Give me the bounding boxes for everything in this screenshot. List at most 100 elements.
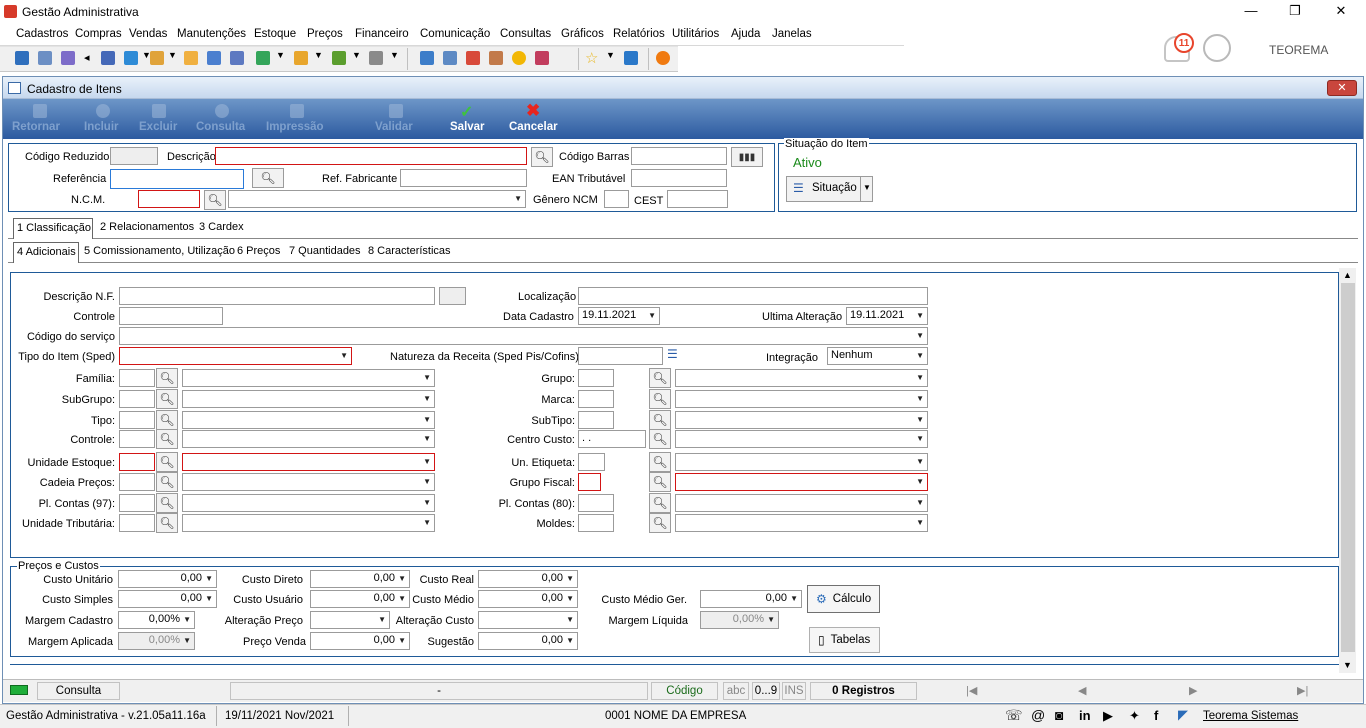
impressao-button[interactable]: Impressão — [266, 121, 324, 133]
familia-input[interactable] — [119, 369, 155, 387]
centro-custo-search-icon[interactable]: 🔍︎ — [649, 429, 671, 449]
genero-ncm-input[interactable] — [604, 190, 629, 208]
menu-consultas[interactable]: Consultas — [500, 28, 551, 40]
margem-cadastro-input[interactable]: 0,00% — [118, 611, 195, 629]
dropdown-icon[interactable]: ▼ — [168, 50, 177, 60]
toolbar-bank-icon[interactable] — [207, 51, 221, 65]
tab-quantidades[interactable]: 7 Quantidades — [286, 242, 364, 262]
menu-precos[interactable]: Preços — [307, 28, 343, 40]
excluir-button[interactable]: Excluir — [139, 121, 177, 133]
un-etiqueta-input[interactable] — [578, 453, 605, 471]
status-codigo[interactable]: Código — [651, 682, 718, 700]
descricao-input[interactable] — [215, 147, 527, 165]
menu-relatorios[interactable]: Relatórios — [613, 28, 665, 40]
toolbar-box-icon[interactable] — [294, 51, 308, 65]
dropdown-icon[interactable]: ▼ — [352, 50, 361, 60]
toolbar-folder-icon[interactable] — [150, 51, 164, 65]
power-icon[interactable] — [656, 51, 670, 65]
grupo-select[interactable] — [675, 369, 928, 387]
instagram-icon[interactable]: ◙ — [1055, 707, 1063, 723]
toolbar-cart-icon[interactable] — [256, 51, 270, 65]
custo-real-input[interactable]: 0,00 — [478, 570, 578, 588]
nav-last-icon[interactable]: ▶| — [1297, 684, 1308, 697]
toolbar-icon-1[interactable] — [15, 51, 29, 65]
familia-search-icon[interactable]: 🔍︎ — [156, 368, 178, 388]
moldes-select[interactable] — [675, 514, 928, 532]
centro-custo-select[interactable] — [675, 430, 928, 448]
youtube-icon[interactable]: ▶ — [1103, 708, 1113, 724]
unidade-tributaria-search-icon[interactable]: 🔍︎ — [156, 513, 178, 533]
scroll-up-icon[interactable]: ▲ — [1343, 270, 1352, 280]
marca-search-icon[interactable]: 🔍︎ — [649, 389, 671, 409]
ncm-input[interactable] — [138, 190, 200, 208]
menu-graficos[interactable]: Gráficos — [561, 28, 604, 40]
marca-input[interactable] — [578, 390, 614, 408]
grupo-fiscal-select[interactable] — [675, 473, 928, 491]
toolbar-doc-icon[interactable] — [101, 51, 115, 65]
marca-select[interactable] — [675, 390, 928, 408]
consulta-button[interactable]: Consulta — [196, 121, 245, 133]
tab-classificacao[interactable]: 1 Classificação — [13, 218, 93, 239]
toolbar-clock-icon[interactable] — [512, 51, 526, 65]
linkedin-icon[interactable]: in — [1079, 708, 1091, 723]
controle2-search-icon[interactable]: 🔍︎ — [156, 429, 178, 449]
grupo-search-icon[interactable]: 🔍︎ — [649, 368, 671, 388]
controle2-input[interactable] — [119, 430, 155, 448]
scroll-down-icon[interactable]: ▼ — [1343, 660, 1352, 670]
situacao-dropdown-icon[interactable]: ▼ — [863, 183, 871, 192]
descricao-nf-input[interactable] — [119, 287, 435, 305]
at-icon[interactable]: @ — [1031, 707, 1045, 723]
controle-input[interactable] — [119, 307, 223, 325]
tipo-select[interactable] — [182, 411, 435, 429]
dropdown-icon[interactable]: ▼ — [276, 50, 285, 60]
custo-usuario-input[interactable]: 0,00 — [310, 590, 410, 608]
subgrupo-input[interactable] — [119, 390, 155, 408]
scroll-thumb[interactable] — [1341, 283, 1355, 652]
cancelar-button[interactable]: Cancelar — [509, 121, 558, 133]
preco-venda-input[interactable]: 0,00 — [310, 632, 410, 650]
custo-simples-input[interactable]: 0,00 — [118, 590, 217, 608]
dropdown-icon[interactable]: ▼ — [606, 50, 615, 60]
menu-ajuda[interactable]: Ajuda — [731, 28, 760, 40]
natureza-list-icon[interactable]: ☰ — [667, 347, 685, 365]
ncm-search-icon[interactable]: 🔍︎ — [204, 190, 226, 210]
toolbar-person-icon[interactable] — [184, 51, 198, 65]
pl-contas80-search-icon[interactable]: 🔍︎ — [649, 493, 671, 513]
subtipo-input[interactable] — [578, 411, 614, 429]
dropdown-icon[interactable]: ▼ — [390, 50, 399, 60]
custo-medio-input[interactable]: 0,00 — [478, 590, 578, 608]
ncm-select[interactable] — [228, 190, 526, 208]
moldes-search-icon[interactable]: 🔍︎ — [649, 513, 671, 533]
pl-contas80-input[interactable] — [578, 494, 614, 512]
whatsapp-icon[interactable]: ☏ — [1005, 707, 1023, 724]
tab-cardex[interactable]: 3 Cardex — [196, 218, 247, 238]
un-etiqueta-search-icon[interactable]: 🔍︎ — [649, 452, 671, 472]
subgrupo-search-icon[interactable]: 🔍︎ — [156, 389, 178, 409]
toolbar-users-icon[interactable] — [38, 51, 52, 65]
ean-tributavel-input[interactable] — [631, 169, 727, 187]
close-icon[interactable]: ✕ — [1331, 3, 1351, 19]
toolbar-card-icon[interactable] — [61, 51, 75, 65]
toolbar-report-icon[interactable] — [535, 51, 549, 65]
calculo-button[interactable]: ⚙ Cálculo — [807, 585, 880, 613]
teorema-link[interactable]: Teorema Sistemas — [1203, 710, 1298, 722]
retornar-button[interactable]: Retornar — [12, 121, 60, 133]
nav-prev-icon[interactable]: ◀ — [1078, 684, 1086, 697]
alteracao-preco-input[interactable] — [310, 611, 390, 629]
cadeia-precos-select[interactable] — [182, 473, 435, 491]
alteracao-custo-input[interactable] — [478, 611, 578, 629]
star-icon[interactable]: ☆ — [585, 49, 598, 67]
tipo-search-icon[interactable]: 🔍︎ — [156, 410, 178, 430]
ref-fabricante-input[interactable] — [400, 169, 527, 187]
tab-precos[interactable]: 6 Preços — [234, 242, 283, 262]
menu-comunicacao[interactable]: Comunicação — [420, 28, 490, 40]
familia-select[interactable] — [182, 369, 435, 387]
subtipo-search-icon[interactable]: 🔍︎ — [649, 410, 671, 430]
menu-compras[interactable]: Compras — [75, 28, 122, 40]
menu-manutencoes[interactable]: Manutenções — [177, 28, 246, 40]
menu-janelas[interactable]: Janelas — [772, 28, 812, 40]
minimize-icon[interactable]: — — [1241, 3, 1261, 18]
referencia-input[interactable] — [110, 169, 244, 189]
moldes-input[interactable] — [578, 514, 614, 532]
referencia-search-icon[interactable]: 🔍︎ — [252, 168, 284, 188]
